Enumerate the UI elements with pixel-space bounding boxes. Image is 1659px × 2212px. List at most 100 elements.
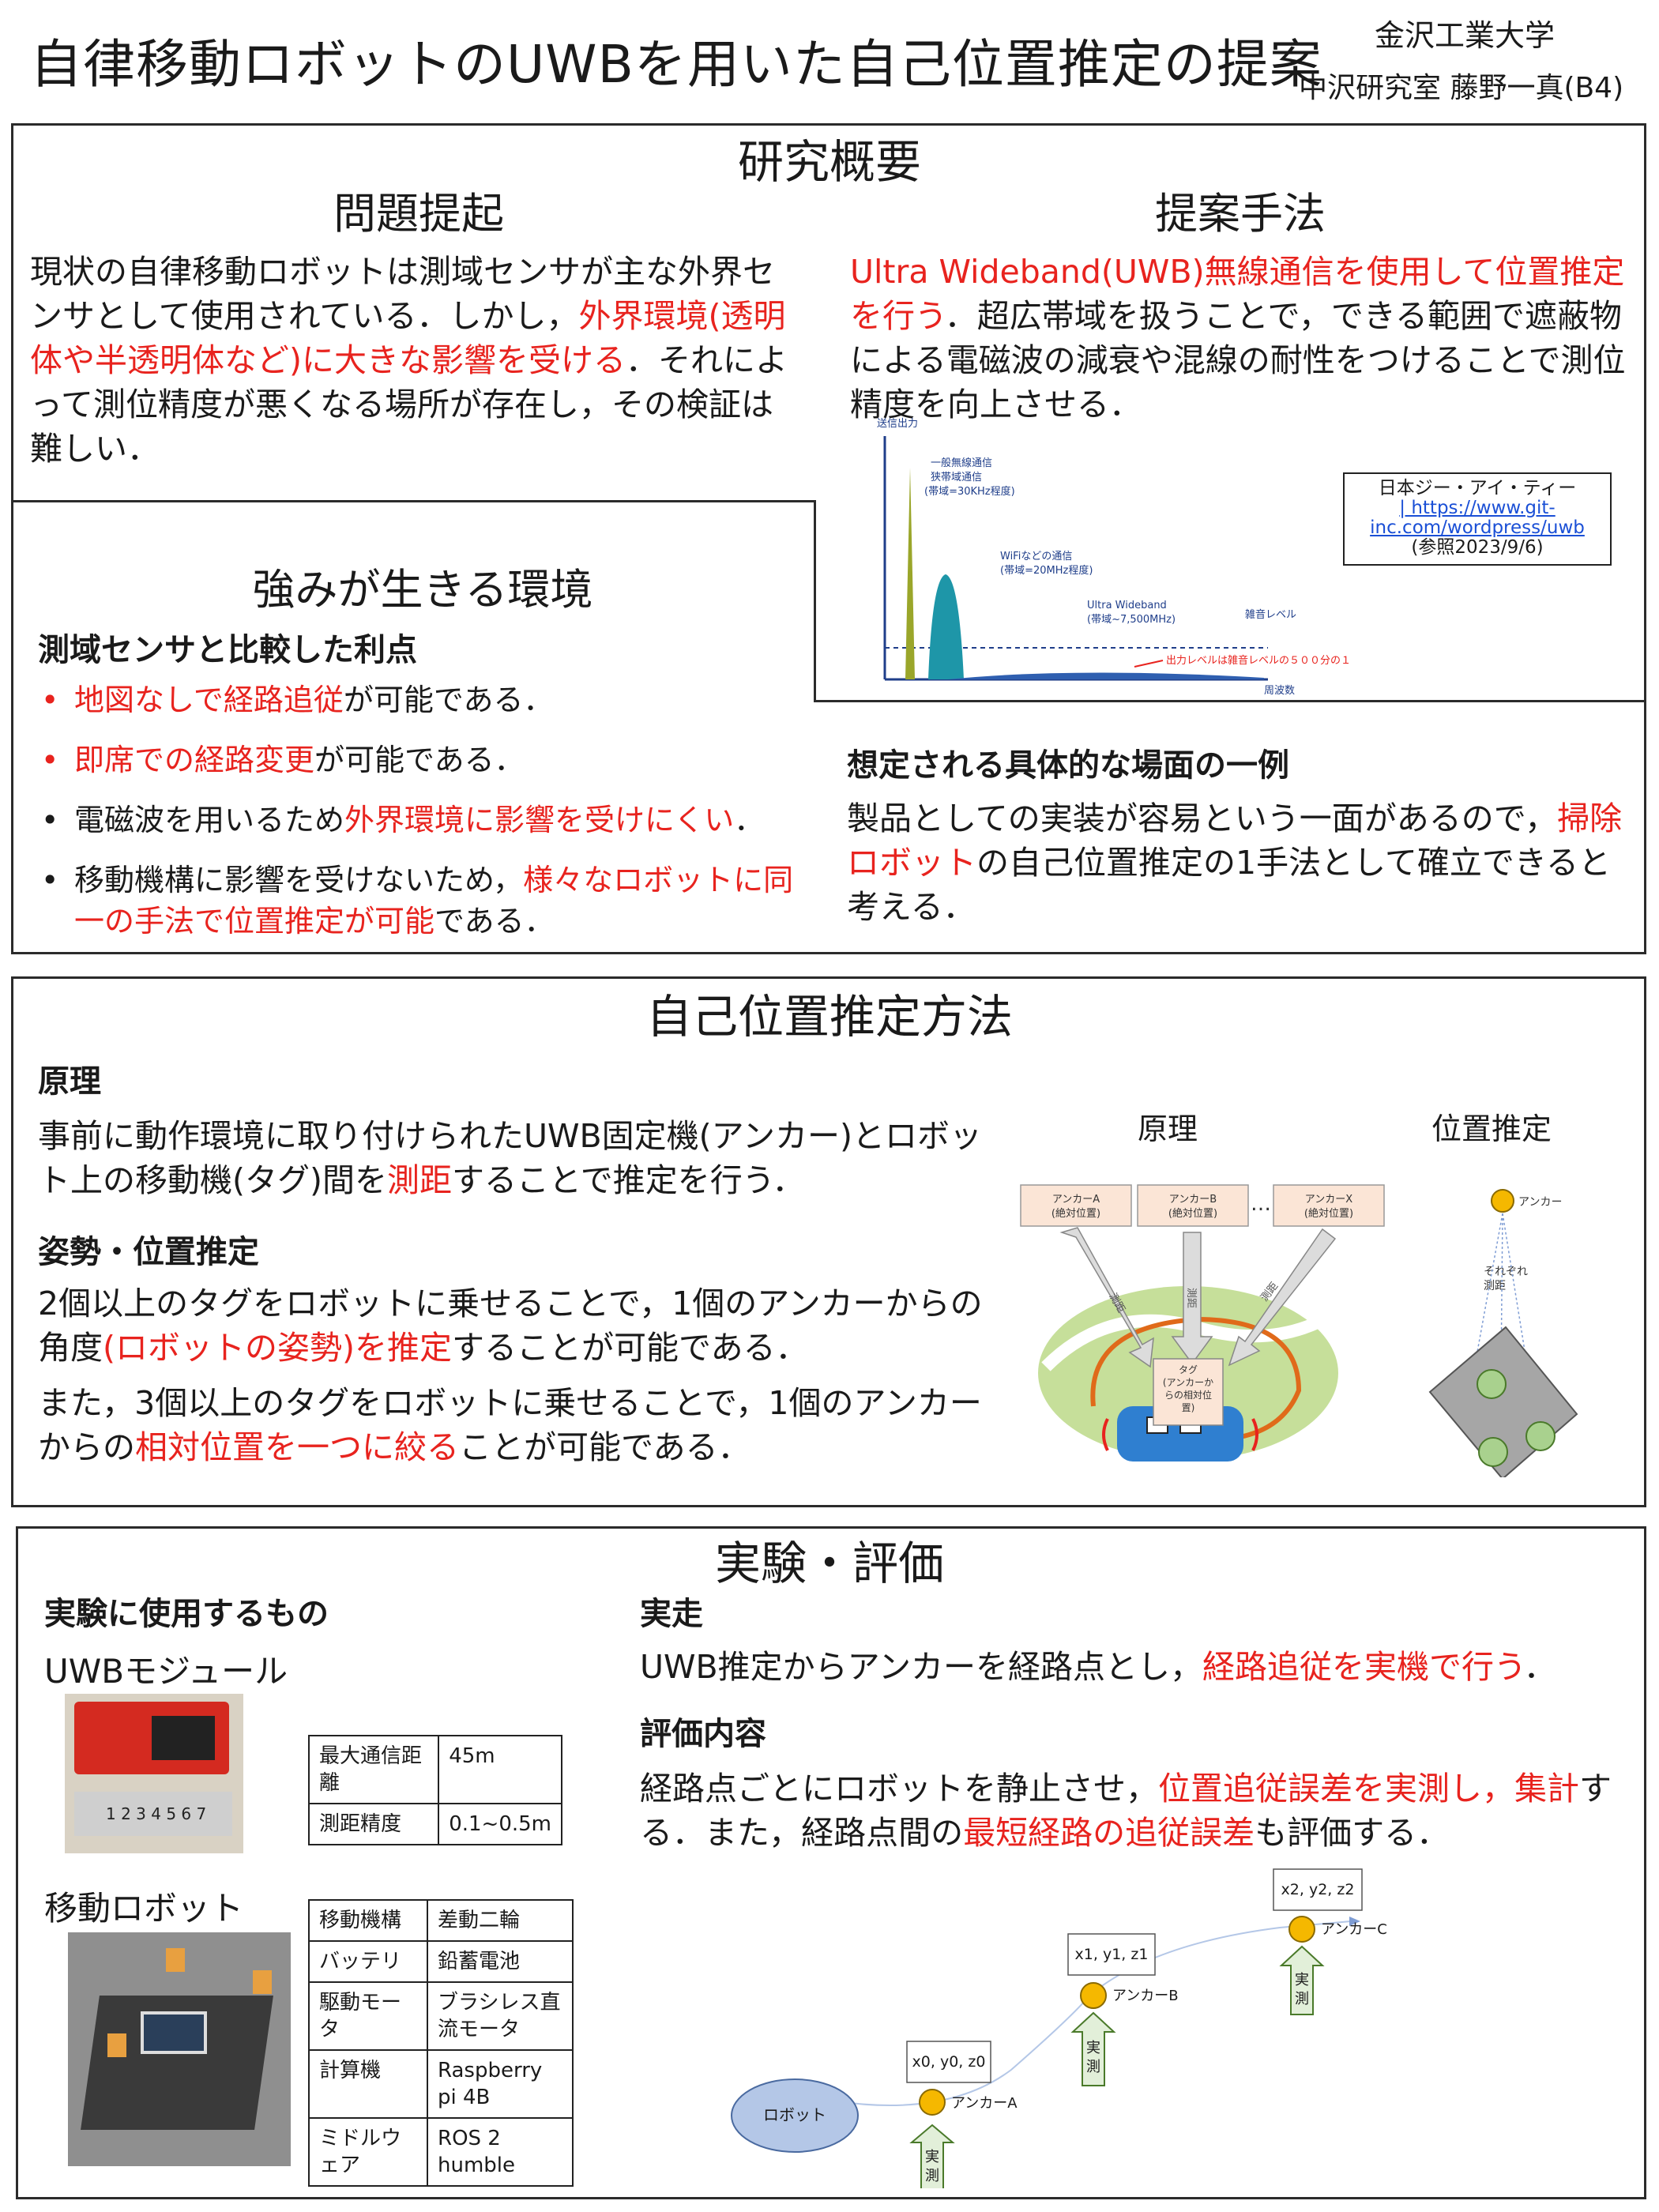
coord-a-label: x0, y0, z0	[912, 2053, 986, 2071]
coord-c-label: x2, y2, z2	[1281, 1881, 1355, 1898]
table-cell: 45m	[438, 1735, 562, 1804]
pose-text-2-end: ことが可能である．	[459, 1428, 750, 1466]
measured-a-2: 測	[925, 2168, 939, 2184]
fig-position-label: 位置推定	[1431, 1112, 1552, 1146]
strength-item-1-red: 地図なしで経路追従	[74, 683, 344, 717]
table-cell: 測距精度	[307, 1803, 440, 1845]
label-wifi-2: (帯域=20MHz程度)	[1000, 564, 1093, 577]
table-row: 移動機構 差動二輪	[308, 1899, 574, 1942]
anchor-icon	[1491, 1189, 1514, 1213]
scene-text: 製品としての実装が容易という一面があるので，掃除ロボットの自己位置推定の1手法と…	[847, 796, 1629, 929]
anchor-a-label: アンカーA	[1052, 1194, 1100, 1206]
strength-item-4-end: である．	[434, 904, 555, 939]
robot-marker-2	[253, 1970, 272, 1994]
credit-link-2[interactable]: inc.com/wordpress/uwb	[1345, 518, 1610, 538]
anchor-a-node-label: アンカーA	[951, 2095, 1018, 2112]
anchor-b-sub: (絶対位置)	[1168, 1207, 1217, 1220]
eval-text: 経路点ごとにロボットを静止させ，位置追従誤差を実測し，集計する．また，経路点間の…	[640, 1766, 1612, 1855]
measured-c-2: 測	[1295, 1991, 1309, 2007]
tag-label-4: 置)	[1182, 1402, 1195, 1413]
bullet-dot: •	[41, 803, 59, 837]
principle-text-end: することで推定を行う．	[452, 1161, 805, 1199]
label-output-arrow	[1134, 660, 1164, 668]
table-cell: 最大通信距離	[307, 1735, 440, 1804]
table-cell: 計算機	[308, 2049, 428, 2119]
anchor-x-label: アンカーX	[1305, 1194, 1352, 1206]
uwb-ruler: 1 2 3 4 5 6 7	[74, 1792, 232, 1836]
table-cell: 駆動モータ	[308, 1981, 428, 2051]
table-row: 測距精度 0.1~0.5m	[307, 1803, 562, 1845]
credit-line-4: (参照2023/9/6)	[1411, 537, 1544, 558]
anchor-c-node	[1288, 1916, 1315, 1943]
measured-b-1: 実	[1086, 2040, 1100, 2056]
experiment-title: 実験・評価	[714, 1537, 944, 1590]
pose-text-1-red: (ロボットの姿勢)を推定	[103, 1329, 452, 1367]
anchor-dots: …	[1251, 1192, 1271, 1216]
run-text-start: UWB推定からアンカーを経路点とし，	[640, 1648, 1203, 1686]
anchor-a-sub: (絶対位置)	[1051, 1207, 1100, 1220]
strength-item-3-start: 電磁波を用いるため	[74, 803, 345, 837]
eval-text-red-2: 最短経路の追従誤差	[963, 1814, 1255, 1852]
credit-line-1: 日本ジー・アイ・ティー	[1378, 478, 1577, 498]
page-title: 自律移動ロボットのUWBを用いた自己位置推定の提案	[30, 34, 1322, 95]
label-general-3: (帯域=30KHz程度)	[924, 485, 1015, 498]
table-row: 計算機 Raspberry pi 4B	[308, 2049, 574, 2119]
narrowband-peak	[905, 468, 915, 679]
pose-text-2-red: 相対位置を一つに絞る	[135, 1428, 459, 1466]
spectrum-xlabel: 周波数	[1264, 685, 1295, 697]
bullet-dot: •	[41, 683, 59, 717]
robot-heading: 移動ロボット	[44, 1889, 244, 1928]
table-row: バッテリ 鉛蓄電池	[308, 1940, 574, 1983]
measure-label-b: 測距	[1185, 1288, 1197, 1308]
author: 中沢研究室 藤野一真(B4)	[1299, 72, 1624, 104]
anchor-b-label: アンカーB	[1169, 1194, 1217, 1206]
uwb-spec-table: 最大通信距離 45m 測距精度 0.1~0.5m	[307, 1735, 562, 1845]
pose-text-1-end: することが可能である．	[452, 1329, 808, 1367]
eval-text-red-1: 位置追従誤差を実測し，集計	[1158, 1770, 1579, 1808]
bullet-dot: •	[41, 863, 59, 897]
pose-text-2: また，3個以上のタグをロボットに乗せることで，1個のアンカーからの相対位置を一つ…	[38, 1381, 1002, 1469]
run-text-end: ．	[1523, 1648, 1556, 1686]
strength-item-3-red: 外界環境に影響を受けにくい	[344, 803, 735, 837]
robot-node-label: ロボット	[763, 2105, 826, 2124]
table-cell: バッテリ	[308, 1940, 428, 1983]
principle-heading: 原理	[38, 1063, 101, 1100]
eval-text-start: 経路点ごとにロボットを静止させ，	[640, 1770, 1158, 1808]
table-cell: 鉛蓄電池	[427, 1940, 574, 1983]
uwb-band	[948, 672, 1264, 679]
strength-item-3: • 電磁波を用いるため外界環境に影響を受けにくい．	[33, 799, 815, 841]
eval-heading: 評価内容	[640, 1716, 766, 1752]
uwb-chip	[152, 1716, 215, 1760]
table-cell: ブラシレス直流モータ	[427, 1981, 574, 2051]
wifi-peak	[928, 574, 964, 679]
uwb-spectrum-figure: 送信出力 一般無線通信 狭帯域通信 (帯域=30KHz程度) WiFiなどの通信…	[877, 418, 1351, 697]
principle-text-red: 測距	[387, 1161, 452, 1199]
measured-c-1: 実	[1295, 1972, 1309, 1988]
strength-item-2-end: が可能である．	[314, 743, 525, 777]
coord-b-label: x1, y1, z1	[1075, 1946, 1149, 1963]
strength-item-3-end: ．	[734, 803, 765, 837]
uwb-module-photo: 1 2 3 4 5 6 7	[65, 1694, 243, 1853]
credit-link-1[interactable]: | https://www.git-	[1345, 498, 1610, 518]
strength-item-1: • 地図なしで経路追従が可能である．	[33, 679, 815, 720]
strength-item-1-end: が可能である．	[343, 683, 554, 717]
principle-figure: アンカーA (絶対位置) アンカーB (絶対位置) … アンカーX (絶対位置)…	[1020, 1184, 1385, 1462]
label-general-2: 狭帯域通信	[931, 472, 982, 483]
path-diagram: ロボット x0, y0, z0 アンカーA 実 測 x1, y1, z1 アンカ…	[731, 1868, 1387, 2188]
strength-item-2-red: 即席での経路変更	[74, 743, 315, 777]
table-cell: ROS 2 humble	[427, 2117, 574, 2187]
method-text: Ultra Wideband(UWB)無線通信を使用して位置推定を行う．超広帯域…	[850, 250, 1632, 427]
strength-item-4: • 移動機構に影響を受けないため，様々なロボットに同一の手法で位置推定が可能である…	[33, 860, 815, 942]
overview-divider-h2	[814, 700, 1646, 702]
overview-divider-h	[11, 500, 815, 502]
anchor-b-box	[1137, 1184, 1249, 1227]
anchor-c-node-label: アンカーC	[1321, 1921, 1387, 1938]
measured-a-1: 実	[925, 2149, 939, 2165]
each-distance-1: それぞれ	[1484, 1266, 1528, 1278]
scene-text-start: 製品としての実装が容易という一面があるので，	[847, 799, 1558, 837]
robot-screen	[141, 2011, 207, 2054]
robot-spec-table: 移動機構 差動二輪 バッテリ 鉛蓄電池 駆動モータ ブラシレス直流モータ 計算機…	[308, 1899, 574, 2187]
strength-subheading: 測域センサと比較した利点	[38, 632, 417, 668]
method-text-end: ．超広帯域を扱うことで，できる範囲で遮蔽物による電磁波の減衰や混線の耐性をつける…	[850, 297, 1626, 423]
strength-item-2: • 即席での経路変更が可能である．	[33, 739, 815, 781]
